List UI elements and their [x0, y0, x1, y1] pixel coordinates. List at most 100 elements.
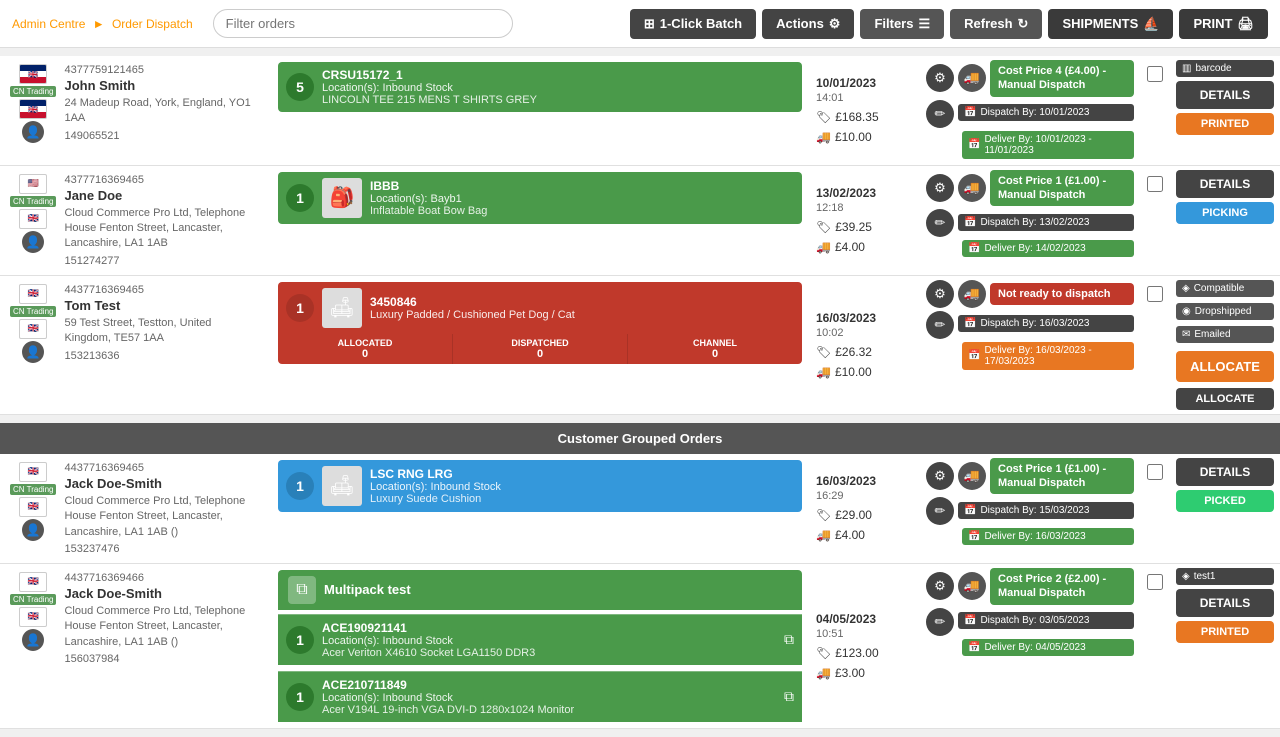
- qty-badge: 1: [286, 683, 314, 711]
- copy-icon: ⧉: [784, 631, 794, 648]
- product-image: 🛋: [322, 288, 362, 328]
- multipack-header: ⧉ Multipack test: [278, 570, 802, 610]
- barcode-tag[interactable]: ▥ barcode: [1176, 60, 1274, 77]
- batch-button[interactable]: ⊞ 1-Click Batch: [630, 9, 756, 39]
- edit-action-button[interactable]: ✏: [926, 497, 954, 525]
- shipping-value: £4.00: [835, 240, 865, 254]
- action-row-2: ✏ 📅 Dispatch By: 10/01/2023: [926, 100, 1134, 128]
- status-tag-button[interactable]: PRINTED: [1176, 113, 1274, 135]
- print-button[interactable]: PRINT 🖨: [1179, 9, 1268, 39]
- customer-name: Jack Doe-Smith: [64, 476, 260, 491]
- action-row-2: ✏ 📅 Dispatch By: 03/05/2023: [926, 608, 1134, 636]
- status-tag-button[interactable]: PRINTED: [1176, 621, 1274, 643]
- cn-trading-label: CN Trading: [10, 86, 56, 97]
- calendar-icon: 📅: [964, 217, 976, 228]
- flag-uk2-icon: 🇬🇧: [19, 99, 47, 119]
- user-icon: 👤: [22, 519, 44, 541]
- compatible-button[interactable]: ◈ Compatible: [1176, 280, 1274, 297]
- cost-price-button[interactable]: Cost Price 2 (£2.00) - Manual Dispatch: [990, 568, 1134, 605]
- customer-info: 4377716369465 Jane Doe Cloud Commerce Pr…: [64, 174, 260, 267]
- order-time: 10:51: [816, 628, 914, 640]
- top-buttons: ⊞ 1-Click Batch Actions ⚙ Filters ☰ Refr…: [630, 9, 1268, 39]
- date-section: 16/03/2023 10:02 🏷 £26.32 🚚 £10.00: [810, 276, 920, 414]
- checkbox-section: [1140, 166, 1170, 275]
- order-checkbox[interactable]: [1147, 286, 1163, 302]
- truck-action-button[interactable]: 🚚: [958, 572, 986, 600]
- gear-action-button[interactable]: ⚙: [926, 174, 954, 202]
- deliver-bar: 📅 Deliver By: 16/03/2023: [962, 528, 1134, 545]
- truck-action-button[interactable]: 🚚: [958, 462, 986, 490]
- edit-action-button[interactable]: ✏: [926, 311, 954, 339]
- order-id: 4437716369466: [64, 572, 260, 584]
- truck-action-button[interactable]: 🚚: [958, 174, 986, 202]
- drop-icon: ◉: [1182, 306, 1191, 317]
- action-row-3: 📅 Deliver By: 10/01/2023 - 11/01/2023: [926, 131, 1134, 161]
- truck-action-button[interactable]: 🚚: [958, 280, 986, 308]
- details-button[interactable]: DETAILS: [1176, 170, 1274, 198]
- action-row-1: ⚙ 🚚 Not ready to dispatch: [926, 280, 1134, 308]
- order-checkbox[interactable]: [1147, 464, 1163, 480]
- gear-action-button[interactable]: ⚙: [926, 572, 954, 600]
- checkbox-section: [1140, 564, 1170, 728]
- actions-section: ⚙ 🚚 Not ready to dispatch ✏ 📅 Dispatch B…: [920, 276, 1140, 414]
- product-details: ACE210711849 Location(s): Inbound Stock …: [322, 678, 776, 716]
- date-section: 04/05/2023 10:51 🏷 £123.00 🚚 £3.00: [810, 564, 920, 728]
- details-button[interactable]: DETAILS: [1176, 458, 1274, 486]
- sub-product-header-1: 1 ACE190921141 Location(s): Inbound Stoc…: [278, 614, 802, 665]
- product-sku: ACE190921141: [322, 621, 776, 635]
- shipments-button[interactable]: SHIPMENTS ⛵: [1048, 9, 1173, 39]
- order-time: 12:18: [816, 202, 914, 214]
- status-tag-button[interactable]: PICKED: [1176, 490, 1274, 512]
- customer-info: 4437716369466 Jack Doe-Smith Cloud Comme…: [64, 572, 260, 665]
- order-row: 🇬🇧 CN Trading 🇬🇧 👤 4377759121465 John Sm…: [0, 56, 1280, 166]
- actions-button[interactable]: Actions ⚙: [762, 9, 854, 39]
- flag-uk-icon: 🇬🇧: [19, 462, 47, 482]
- flag-uk-icon: 🇬🇧: [19, 284, 47, 304]
- filter-input[interactable]: [213, 9, 513, 38]
- allocate-small-button[interactable]: ALLOCATE: [1176, 388, 1274, 410]
- calendar-icon: 📅: [964, 505, 976, 516]
- price-icon: 🏷: [816, 110, 831, 124]
- dropshipped-button[interactable]: ◉ Dropshipped: [1176, 303, 1274, 320]
- avatar-stack: 🇬🇧 CN Trading 🇬🇧 👤: [10, 284, 56, 363]
- dispatch-bar: 📅 Dispatch By: 15/03/2023: [958, 502, 1134, 519]
- account-id: 151274277: [64, 255, 260, 267]
- gear-action-button[interactable]: ⚙: [926, 462, 954, 490]
- cost-price-button[interactable]: Cost Price 1 (£1.00) - Manual Dispatch: [990, 170, 1134, 207]
- deliver-bar: 📅 Deliver By: 14/02/2023: [962, 240, 1134, 257]
- cost-price-button[interactable]: Cost Price 4 (£4.00) - Manual Dispatch: [990, 60, 1134, 97]
- allocate-large-button[interactable]: ALLOCATE: [1176, 351, 1274, 382]
- price-line: 🏷 £168.35: [816, 110, 914, 124]
- price-value: £123.00: [835, 646, 878, 660]
- product-details: IBBB Location(s): Bayb1 Inflatable Boat …: [370, 179, 794, 217]
- account-id: 153237476: [64, 543, 260, 555]
- product-details: CRSU15172_1 Location(s): Inbound Stock L…: [322, 68, 794, 106]
- gear-action-button[interactable]: ⚙: [926, 280, 954, 308]
- avatar-stack: 🇺🇸 CN Trading 🇬🇧 👤: [10, 174, 56, 253]
- edit-action-button[interactable]: ✏: [926, 209, 954, 237]
- customer-section: 🇬🇧 CN Trading 🇬🇧 👤 4437716369465 Jack Do…: [0, 454, 270, 563]
- cost-price-button[interactable]: Not ready to dispatch: [990, 283, 1134, 305]
- product-image: 🛋: [322, 466, 362, 506]
- flag-uk2-icon: 🇬🇧: [19, 607, 47, 627]
- dispatch-bar: 📅 Dispatch By: 03/05/2023: [958, 612, 1134, 629]
- refresh-button[interactable]: Refresh ↻: [950, 9, 1042, 39]
- side-buttons: ▥ barcode DETAILS PRINTED: [1170, 56, 1280, 165]
- product-location: Location(s): Inbound Stock: [322, 82, 794, 94]
- order-checkbox[interactable]: [1147, 66, 1163, 82]
- gear-action-button[interactable]: ⚙: [926, 64, 954, 92]
- status-tag-button[interactable]: PICKING: [1176, 202, 1274, 224]
- order-checkbox[interactable]: [1147, 176, 1163, 192]
- cost-price-button[interactable]: Cost Price 1 (£1.00) - Manual Dispatch: [990, 458, 1134, 495]
- filters-button[interactable]: Filters ☰: [860, 9, 944, 39]
- product-header: 1 🛋 3450846 Luxury Padded / Cushioned Pe…: [278, 282, 802, 334]
- edit-action-button[interactable]: ✏: [926, 100, 954, 128]
- dispatched-badge: DISPATCHED 0: [453, 334, 628, 364]
- truck-action-button[interactable]: 🚚: [958, 64, 986, 92]
- edit-action-button[interactable]: ✏: [926, 608, 954, 636]
- emailed-button[interactable]: ✉ Emailed: [1176, 326, 1274, 343]
- test1-tag[interactable]: ◈ test1: [1176, 568, 1274, 585]
- order-checkbox[interactable]: [1147, 574, 1163, 590]
- details-button[interactable]: DETAILS: [1176, 81, 1274, 109]
- details-button[interactable]: DETAILS: [1176, 589, 1274, 617]
